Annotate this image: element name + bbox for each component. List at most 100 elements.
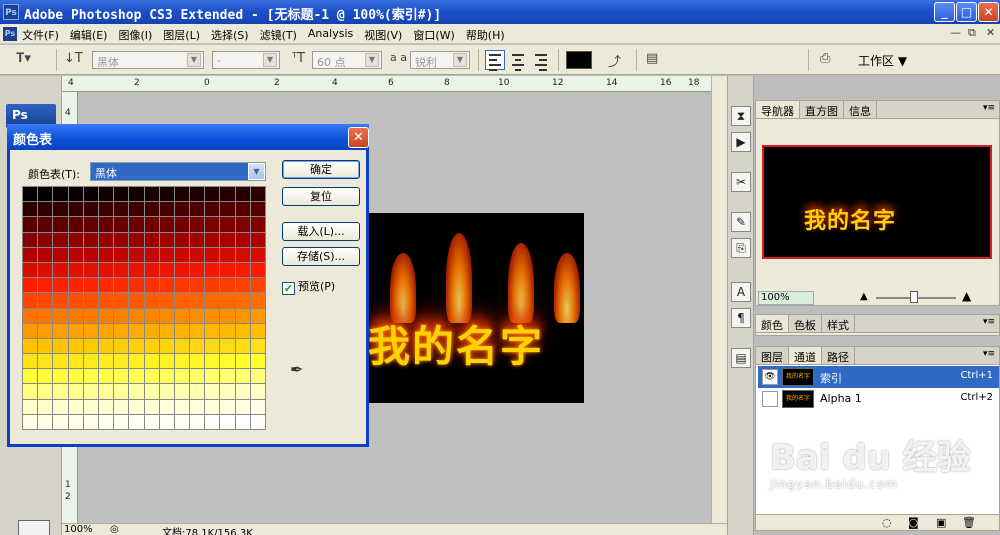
menu-file[interactable]: 文件(F) [22, 27, 59, 43]
zoom-slider-handle[interactable] [910, 291, 918, 303]
color-swatch-cell[interactable] [174, 202, 190, 217]
color-swatch-cell[interactable] [159, 354, 174, 369]
color-swatch-cell[interactable] [220, 202, 235, 217]
color-swatch-cell[interactable] [98, 354, 114, 369]
color-swatch-cell[interactable] [159, 293, 174, 308]
color-swatch-cell[interactable] [250, 202, 265, 217]
menu-image[interactable]: 图像(I) [118, 27, 152, 43]
color-swatch-cell[interactable] [68, 384, 83, 399]
color-swatch-cell[interactable] [250, 414, 265, 429]
color-swatch-cell[interactable] [114, 369, 129, 384]
color-swatch-cell[interactable] [53, 354, 68, 369]
screen-mode-button[interactable] [18, 520, 50, 535]
zoom-in-icon[interactable]: ▲ [962, 289, 971, 303]
color-swatch-cell[interactable] [174, 247, 190, 262]
color-swatch-cell[interactable] [174, 187, 190, 202]
color-swatch-cell[interactable] [220, 384, 235, 399]
color-swatch-cell[interactable] [98, 247, 114, 262]
actions-panel-icon[interactable]: ▶ [731, 132, 751, 152]
color-swatch-cell[interactable] [98, 384, 114, 399]
text-color-swatch[interactable] [566, 51, 592, 69]
color-swatch-cell[interactable] [190, 369, 205, 384]
color-swatch-cell[interactable] [114, 323, 129, 338]
color-swatch-cell[interactable] [190, 262, 205, 278]
color-swatch-cell[interactable] [23, 262, 38, 278]
menu-edit[interactable]: 编辑(E) [70, 27, 108, 43]
color-swatch-cell[interactable] [220, 262, 235, 278]
color-swatch-cell[interactable] [53, 262, 68, 278]
color-swatch-cell[interactable] [23, 399, 38, 414]
font-size-select[interactable]: 60 点 ▼ [312, 51, 382, 69]
load-button[interactable]: 载入(L)... [282, 222, 360, 241]
color-swatch-cell[interactable] [129, 217, 144, 232]
color-swatch-cell[interactable] [235, 384, 250, 399]
font-style-select[interactable]: - ▼ [212, 51, 280, 69]
tab-channels[interactable]: 通道 [789, 347, 822, 364]
color-swatch-cell[interactable] [68, 247, 83, 262]
paragraph-panel-icon[interactable]: ¶ [731, 308, 751, 328]
color-swatch-cell[interactable] [114, 217, 129, 232]
color-swatch-cell[interactable] [23, 187, 38, 202]
color-swatch-cell[interactable] [190, 278, 205, 293]
color-swatch-cell[interactable] [83, 384, 98, 399]
color-swatch-cell[interactable] [205, 414, 220, 429]
color-swatch-cell[interactable] [250, 293, 265, 308]
color-swatch-cell[interactable] [159, 414, 174, 429]
doc-minimize-icon[interactable]: — [950, 26, 961, 39]
brushes-panel-icon[interactable]: ✎ [731, 212, 751, 232]
color-swatch-cell[interactable] [129, 308, 144, 323]
color-swatch-cell[interactable] [38, 293, 53, 308]
color-swatch-cell[interactable] [205, 354, 220, 369]
layer-comps-icon[interactable]: ▤ [731, 348, 751, 368]
color-swatch-cell[interactable] [250, 369, 265, 384]
color-swatch-cell[interactable] [53, 278, 68, 293]
color-swatch-cell[interactable] [250, 354, 265, 369]
color-swatch-cell[interactable] [98, 399, 114, 414]
color-swatch-cell[interactable] [159, 202, 174, 217]
color-swatch-cell[interactable] [205, 308, 220, 323]
color-swatch-cell[interactable] [38, 338, 53, 354]
color-swatch-cell[interactable] [68, 293, 83, 308]
color-swatch-cell[interactable] [250, 232, 265, 247]
color-swatch-cell[interactable] [190, 323, 205, 338]
panel-menu-icon[interactable]: ▾≡ [983, 349, 995, 359]
color-swatch-cell[interactable] [174, 278, 190, 293]
color-swatch-cell[interactable] [220, 354, 235, 369]
color-swatch-cell[interactable] [23, 278, 38, 293]
tab-histogram[interactable]: 直方图 [800, 101, 844, 118]
color-swatch-cell[interactable] [98, 262, 114, 278]
status-zoom[interactable]: 100% [64, 524, 93, 535]
color-swatch-cell[interactable] [220, 369, 235, 384]
color-swatch-cell[interactable] [23, 338, 38, 354]
color-swatch-cell[interactable] [159, 278, 174, 293]
color-swatch-cell[interactable] [98, 217, 114, 232]
color-swatch-cell[interactable] [190, 338, 205, 354]
color-swatch-cell[interactable] [144, 369, 159, 384]
color-swatch-cell[interactable] [159, 384, 174, 399]
color-swatch-cell[interactable] [174, 293, 190, 308]
color-swatch-cell[interactable] [235, 247, 250, 262]
color-table-select[interactable]: 黑体 ▼ [90, 162, 266, 181]
menu-select[interactable]: 选择(S) [211, 27, 249, 43]
color-swatch-cell[interactable] [83, 308, 98, 323]
channel-row[interactable]: 我的名字 Alpha 1 Ctrl+2 [758, 388, 999, 410]
status-menu-icon[interactable]: ◎ [110, 524, 119, 535]
color-swatch-cell[interactable] [129, 278, 144, 293]
color-swatch-cell[interactable] [38, 414, 53, 429]
color-swatch-cell[interactable] [220, 278, 235, 293]
color-swatch-cell[interactable] [220, 308, 235, 323]
color-swatch-cell[interactable] [68, 202, 83, 217]
color-swatch-cell[interactable] [174, 369, 190, 384]
color-swatch-cell[interactable] [38, 323, 53, 338]
color-swatch-cell[interactable] [144, 247, 159, 262]
color-swatch-cell[interactable] [174, 308, 190, 323]
color-swatch-cell[interactable] [159, 232, 174, 247]
color-swatch-cell[interactable] [38, 354, 53, 369]
color-swatch-cell[interactable] [205, 399, 220, 414]
color-swatch-cell[interactable] [250, 187, 265, 202]
color-swatch-cell[interactable] [23, 354, 38, 369]
color-swatch-cell[interactable] [205, 338, 220, 354]
align-center-button[interactable] [508, 50, 528, 71]
color-swatch-cell[interactable] [23, 308, 38, 323]
tool-presets-icon[interactable]: ✂ [731, 172, 751, 192]
